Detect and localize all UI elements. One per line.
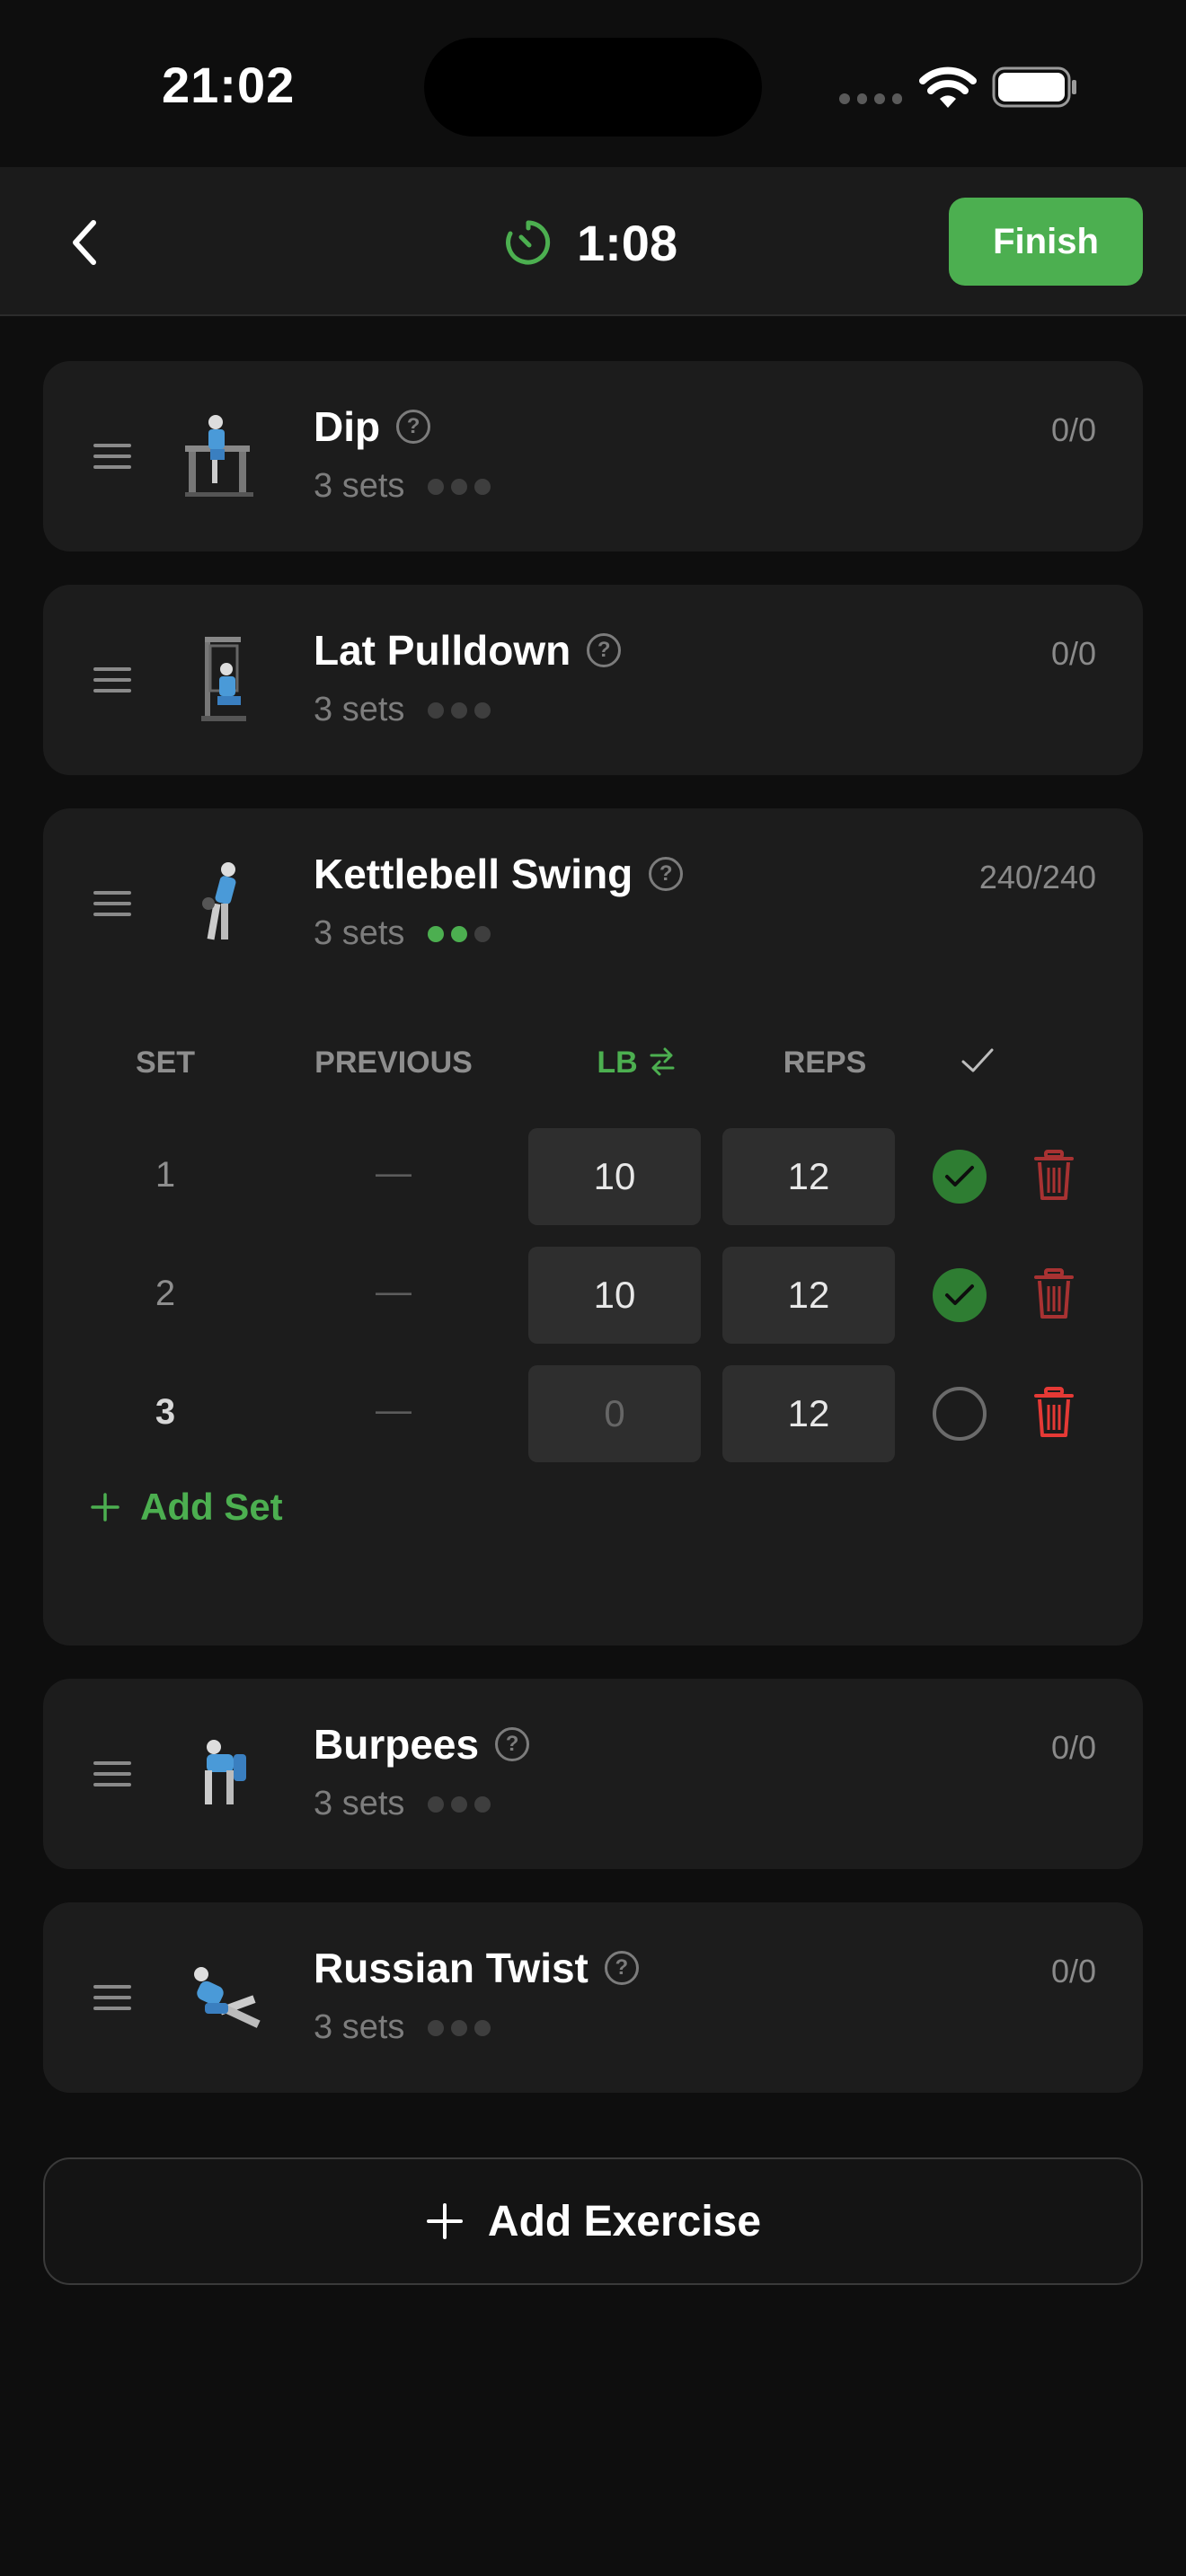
weight-input[interactable]: 10: [528, 1247, 701, 1344]
help-icon[interactable]: ?: [396, 410, 431, 444]
weight-input[interactable]: 0: [528, 1365, 701, 1462]
set-progress-dots: [428, 2019, 491, 2036]
exercise-card-lat-pulldown[interactable]: Lat Pulldown ? 3 sets 0/0: [43, 585, 1143, 775]
set-row: 2 — 10 12: [43, 1247, 1143, 1344]
exercise-sets-count: 3 sets: [314, 691, 405, 728]
sets-table-header: SET PREVIOUS LB REPS: [43, 1045, 1143, 1090]
unit-toggle[interactable]: LB: [528, 1045, 744, 1081]
exercise-name: Russian Twist: [314, 1945, 589, 1991]
set-progress-dots: [428, 1795, 491, 1813]
dynamic-island: [424, 38, 762, 137]
drag-handle-icon[interactable]: [93, 1985, 131, 2010]
exercise-card-dip[interactable]: Dip ? 3 sets 0/0: [43, 361, 1143, 551]
add-exercise-label: Add Exercise: [487, 2197, 762, 2245]
drag-handle-icon[interactable]: [93, 1761, 131, 1786]
exercise-name: Dip: [314, 403, 381, 450]
set-row: 3 — 0 12: [43, 1365, 1143, 1462]
exercise-name: Burpees: [314, 1721, 480, 1768]
exercise-sets-count: 3 sets: [314, 2008, 405, 2046]
exercise-volume: 240/240: [978, 859, 1096, 895]
set-complete-toggle[interactable]: [933, 1268, 987, 1322]
lat-pulldown-exercise-illustration: [201, 637, 246, 721]
exercise-sets-count: 3 sets: [314, 1785, 405, 1822]
exercise-card-burpees[interactable]: Burpees ? 3 sets 0/0: [43, 1679, 1143, 1869]
exercise-card-russian-twist[interactable]: Russian Twist ? 3 sets 0/0: [43, 1902, 1143, 2093]
reps-input[interactable]: 12: [722, 1247, 895, 1344]
set-number: 2: [155, 1274, 176, 1313]
set-progress-dots: [428, 478, 491, 495]
reps-input[interactable]: 12: [722, 1128, 895, 1225]
battery-icon: [992, 66, 1076, 108]
set-complete-toggle[interactable]: [933, 1387, 987, 1441]
previous-value: —: [376, 1390, 412, 1430]
weight-input[interactable]: 10: [528, 1128, 701, 1225]
timer-value: 1:08: [577, 214, 678, 271]
russian-twist-exercise-illustration: [194, 1967, 261, 2028]
column-set-header: SET: [135, 1045, 196, 1080]
column-complete-header: [933, 1045, 1022, 1084]
help-icon[interactable]: ?: [649, 857, 684, 891]
exercise-card-kettlebell-swing[interactable]: Kettlebell Swing ? 3 sets 240/240 SET PR…: [43, 808, 1143, 1645]
dip-exercise-illustration: [185, 415, 253, 497]
timer-icon: [506, 220, 551, 265]
set-progress-dots: [428, 701, 491, 719]
exercise-volume: 0/0: [1050, 1953, 1096, 1989]
exercise-sets-count: 3 sets: [314, 914, 405, 952]
checkmark-icon: [945, 1166, 974, 1187]
help-icon[interactable]: ?: [604, 1951, 639, 1985]
set-complete-toggle[interactable]: [933, 1150, 987, 1204]
exercise-name: Kettlebell Swing: [314, 851, 633, 897]
finish-button[interactable]: Finish: [949, 198, 1143, 286]
set-number: 1: [155, 1155, 176, 1195]
column-lb-header: LB: [597, 1045, 638, 1080]
reps-input[interactable]: 12: [722, 1365, 895, 1462]
plus-icon: [426, 2203, 463, 2239]
wifi-icon: [919, 66, 977, 108]
drag-handle-icon[interactable]: [93, 667, 131, 693]
status-time: 21:02: [162, 57, 296, 113]
add-exercise-button[interactable]: Add Exercise: [43, 2157, 1143, 2285]
workout-nav-bar: 1:08 Finish: [0, 167, 1186, 316]
checkmark-icon: [961, 1048, 994, 1072]
plus-icon: [91, 1493, 119, 1522]
exercise-volume: 0/0: [1050, 411, 1096, 448]
column-reps-header: REPS: [783, 1045, 867, 1080]
kettlebell-swing-exercise-illustration: [202, 862, 236, 940]
previous-value: —: [376, 1153, 412, 1193]
delete-set-trash-icon[interactable]: [1033, 1268, 1075, 1320]
cellular-signal-icon: [839, 93, 902, 106]
workout-timer: 1:08: [503, 207, 677, 278]
exercise-volume: 0/0: [1050, 635, 1096, 672]
set-row: 1 — 10 12: [43, 1128, 1143, 1225]
exercise-volume: 0/0: [1050, 1729, 1096, 1766]
add-set-label: Add Set: [140, 1486, 283, 1528]
set-number: 3: [155, 1392, 176, 1432]
checkmark-icon: [945, 1284, 974, 1305]
drag-handle-icon[interactable]: [93, 444, 131, 469]
chevron-left-icon: [73, 220, 96, 265]
help-icon[interactable]: ?: [587, 633, 622, 667]
status-bar: 21:02: [0, 0, 1186, 167]
previous-value: —: [376, 1272, 412, 1311]
burpees-exercise-illustration: [205, 1740, 246, 1804]
back-button[interactable]: [49, 207, 120, 278]
add-set-button[interactable]: Add Set: [90, 1486, 283, 1529]
exercise-sets-count: 3 sets: [314, 467, 405, 505]
help-icon[interactable]: ?: [495, 1727, 530, 1761]
drag-handle-icon[interactable]: [93, 891, 131, 916]
swap-arrows-icon: [650, 1047, 675, 1076]
delete-set-trash-icon[interactable]: [1033, 1150, 1075, 1202]
delete-set-trash-icon[interactable]: [1033, 1387, 1075, 1439]
column-previous-header: PREVIOUS: [314, 1045, 473, 1080]
set-progress-dots: [428, 925, 491, 942]
exercise-name: Lat Pulldown: [314, 627, 571, 674]
